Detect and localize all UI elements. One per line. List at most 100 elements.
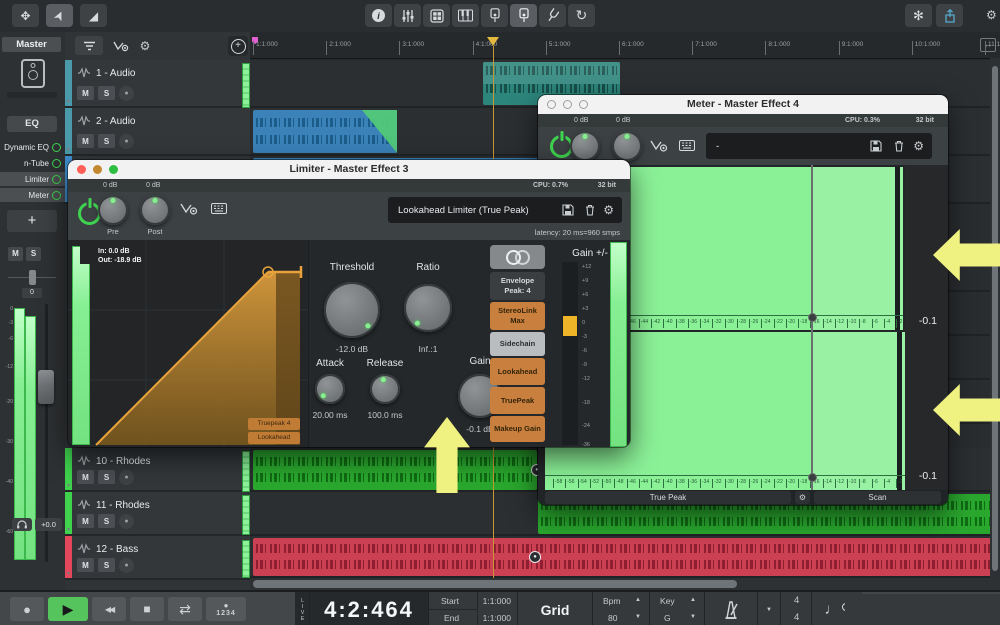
time-display[interactable]: 4:2:464	[310, 592, 429, 625]
pre-gain-knob[interactable]	[98, 195, 128, 225]
track-collapse-icon[interactable]: ▾	[67, 526, 70, 533]
automation-icon[interactable]	[650, 139, 668, 153]
start-value[interactable]: 1:1:000	[483, 596, 511, 606]
add-track-button[interactable]: +	[228, 36, 248, 56]
instrument-icon[interactable]	[481, 4, 508, 27]
key-down-icon[interactable]: ▼	[690, 614, 696, 620]
limiter-option-button[interactable]: Makeup Gain	[490, 416, 545, 442]
track-solo-button[interactable]: S	[98, 514, 115, 528]
key-section[interactable]: Key G ▲ ▼	[650, 592, 705, 625]
track-record-button[interactable]: ●	[119, 134, 134, 149]
vertical-scrollbar[interactable]	[990, 58, 1000, 578]
track-name[interactable]: 2 - Audio	[96, 116, 135, 127]
keyboard-icon[interactable]	[679, 140, 695, 151]
fade-tool-icon[interactable]: ◢	[80, 4, 107, 27]
track-mute-button[interactable]: M	[77, 558, 94, 572]
refresh-icon[interactable]: ↻	[568, 4, 595, 27]
meter-window-titlebar[interactable]: Meter - Master Effect 4	[538, 95, 948, 114]
track-name[interactable]: 10 - Rhodes	[96, 456, 150, 467]
effect-power-icon[interactable]	[52, 191, 61, 200]
track-collapse-icon[interactable]: ▾	[67, 98, 70, 105]
move-tool-icon[interactable]: ✥	[12, 4, 39, 27]
save-icon[interactable]	[562, 204, 574, 216]
limiter-option-button[interactable]: Sidechain	[490, 332, 545, 356]
effect-item[interactable]: Limiter	[0, 172, 65, 186]
stop-button[interactable]: ■	[130, 597, 164, 621]
track-mute-button[interactable]: M	[77, 470, 94, 484]
track-header[interactable]: 11 - RhodesMS●▾	[65, 492, 250, 536]
trash-icon[interactable]	[894, 140, 904, 152]
meter-gear-icon[interactable]: ⚙	[795, 491, 810, 504]
automation-icon[interactable]	[180, 202, 198, 216]
settings-gear-icon[interactable]: ⚙	[986, 8, 997, 22]
post-gain-knob[interactable]	[612, 131, 642, 161]
release-knob[interactable]	[370, 374, 400, 404]
pre-gain-knob[interactable]	[570, 131, 600, 161]
graph-truepeak-button[interactable]: Truepeak 4	[248, 418, 300, 430]
minimize-icon[interactable]	[93, 165, 102, 174]
limiter-option-button[interactable]: StereoLinkMax	[490, 302, 545, 330]
keyboard-icon[interactable]	[211, 203, 227, 214]
bpm-section[interactable]: Bpm 80 ▲ ▼	[593, 592, 650, 625]
minimize-icon[interactable]	[563, 100, 572, 109]
key-value[interactable]: G	[664, 613, 671, 623]
limiter-window-titlebar[interactable]: Limiter - Master Effect 3	[68, 160, 630, 179]
track-header[interactable]: 1 - AudioMS●▾	[65, 60, 250, 108]
meter-line-handle[interactable]	[808, 313, 817, 322]
post-gain-knob[interactable]	[140, 195, 170, 225]
track-mute-button[interactable]: M	[77, 134, 94, 148]
bpm-up-icon[interactable]: ▲	[635, 597, 641, 603]
track-name[interactable]: 12 - Bass	[96, 544, 138, 555]
save-icon[interactable]	[870, 140, 882, 152]
track-settings-gear-icon[interactable]: ⚙	[135, 36, 155, 55]
preset-gear-icon[interactable]: ⚙	[913, 139, 924, 153]
tuning-fork-icon[interactable]	[539, 4, 566, 27]
time-signature[interactable]: 4 4	[781, 592, 812, 625]
audio-clip-track2[interactable]	[253, 110, 397, 153]
effect-power-icon[interactable]	[52, 143, 61, 152]
drum-pads-icon[interactable]	[423, 4, 450, 27]
track-solo-button[interactable]: S	[98, 470, 115, 484]
graph-lookahead-button[interactable]: Lookahead	[248, 432, 300, 444]
preset-box[interactable]: - ⚙	[706, 133, 932, 159]
track-collapse-icon[interactable]: ▾	[67, 482, 70, 489]
horizontal-scrollbar-thumb[interactable]	[253, 580, 737, 588]
stereo-toggle-button[interactable]	[490, 245, 545, 269]
track-solo-button[interactable]: S	[98, 558, 115, 572]
track-header[interactable]: 10 - RhodesMS ● ▾	[65, 448, 250, 492]
effect-power-icon[interactable]	[52, 175, 61, 184]
attack-knob[interactable]	[315, 374, 345, 404]
meter-line-handle[interactable]	[808, 473, 817, 482]
track-filter-icon[interactable]	[75, 36, 103, 55]
limiter-option-button[interactable]: TruePeak	[490, 387, 545, 414]
limiter-graph[interactable]: In: 0.0 dB Out: -18.9 dB Truepeak 4 Look…	[68, 240, 309, 447]
track-name[interactable]: 1 - Audio	[96, 68, 135, 79]
track-name[interactable]: 11 - Rhodes	[96, 500, 150, 511]
master-fader-handle[interactable]	[38, 370, 54, 404]
bpm-value[interactable]: 80	[608, 613, 617, 623]
instrument-2-icon[interactable]	[510, 4, 537, 27]
bpm-down-icon[interactable]: ▼	[635, 614, 641, 620]
clip-handle[interactable]: ●	[529, 551, 541, 563]
vertical-scrollbar-thumb[interactable]	[992, 66, 998, 571]
automation-icon[interactable]	[109, 36, 133, 55]
timeline-ruler[interactable]: ↔ 1:1:0002:1:0003:1:0004:1:0005:1:0006:1…	[250, 35, 1000, 59]
zoom-icon[interactable]	[109, 165, 118, 174]
track-record-button[interactable]: ●	[119, 86, 134, 101]
zoom-icon[interactable]	[579, 100, 588, 109]
track-record-button[interactable]: ●	[119, 470, 134, 485]
metronome-dropdown-icon[interactable]: ▼	[758, 592, 781, 625]
horizontal-scrollbar[interactable]	[250, 578, 1000, 590]
track-record-button[interactable]: ●	[119, 514, 134, 529]
master-mute-button[interactable]: M	[8, 247, 23, 261]
limiter-option-button[interactable]: EnvelopePeak: 4	[490, 272, 545, 300]
pan-slider-handle[interactable]	[29, 270, 36, 285]
add-effect-button[interactable]: +	[7, 210, 57, 232]
playhead-marker[interactable]	[487, 37, 499, 46]
mixer-icon[interactable]	[394, 4, 421, 27]
effect-item[interactable]: n-Tube	[0, 156, 65, 170]
effect-power-icon[interactable]	[52, 159, 61, 168]
track-solo-button[interactable]: S	[98, 134, 115, 148]
track-header[interactable]: 12 - BassMS●▾	[65, 536, 250, 580]
grid-button[interactable]: Grid	[518, 592, 593, 625]
